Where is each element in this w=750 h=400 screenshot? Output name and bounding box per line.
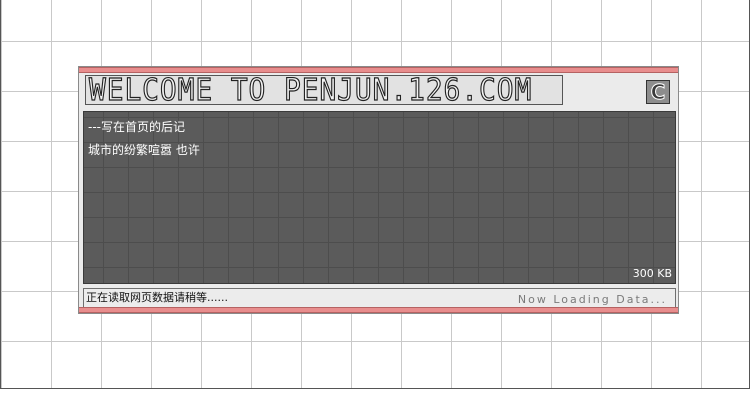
c-logo-icon[interactable]: C	[646, 80, 670, 104]
content-panel: ---写在首页的后记 城市的纷繁喧嚣 也许 300 KB	[83, 111, 676, 284]
grid-background: WELCOME TO PENJUN.126.COM C ---写在首页的后记 城…	[0, 0, 750, 389]
content-line-2: 城市的纷繁喧嚣 也许	[88, 143, 200, 157]
loading-status: Now Loading Data...	[517, 293, 667, 306]
loading-window: WELCOME TO PENJUN.126.COM C ---写在首页的后记 城…	[78, 66, 679, 314]
logo-letter: C	[650, 80, 666, 104]
top-accent-bar	[79, 67, 678, 73]
window-title: WELCOME TO PENJUN.126.COM	[88, 75, 533, 105]
content-line-1: ---写在首页的后记	[88, 120, 185, 134]
bottom-accent-bar	[79, 307, 678, 313]
status-bar: 正在读取网页数据请稍等...... Now Loading Data...	[83, 288, 676, 308]
status-message: 正在读取网页数据请稍等......	[86, 291, 228, 304]
file-size-label: 300 KB	[632, 267, 672, 280]
title-box: WELCOME TO PENJUN.126.COM	[85, 75, 563, 105]
